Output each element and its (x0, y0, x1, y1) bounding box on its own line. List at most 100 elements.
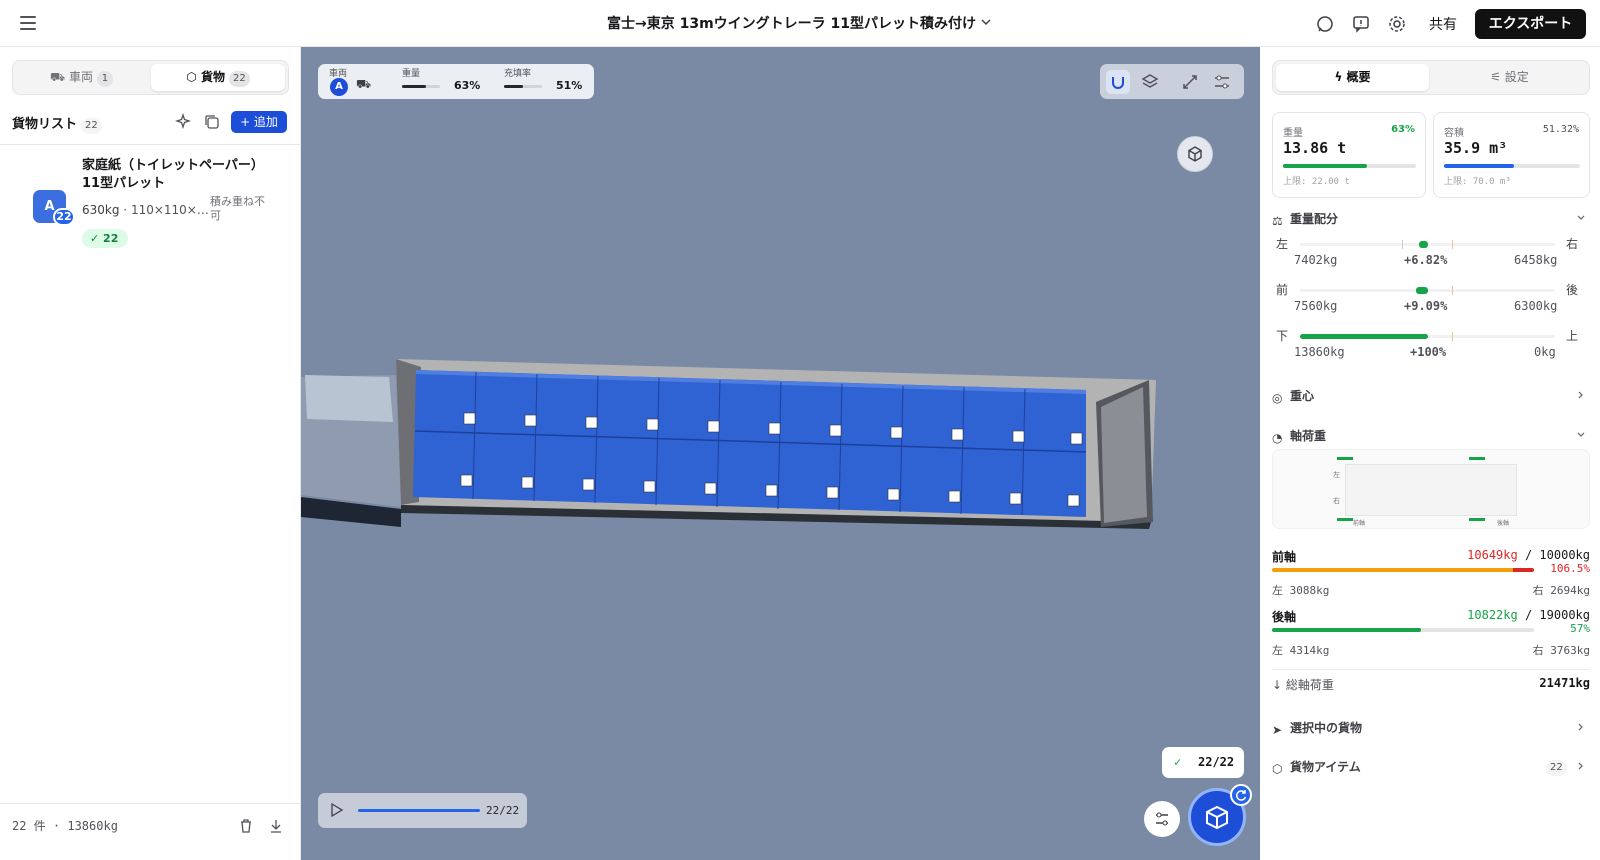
axle-load-value: 10649kg (1467, 548, 1518, 562)
chevron-right-icon[interactable] (1576, 390, 1586, 400)
playback-progress[interactable] (358, 809, 480, 812)
box-icon: ⬡ (1272, 762, 1283, 776)
rear-right-wheel (1469, 518, 1485, 521)
layers-icon[interactable] (1138, 70, 1162, 94)
chevron-down-icon[interactable] (1576, 430, 1586, 440)
chevron-down-icon[interactable] (979, 15, 993, 29)
chevron-right-icon[interactable] (1576, 761, 1586, 771)
axle-limit: 10000kg (1539, 548, 1590, 562)
refresh-badge[interactable] (1230, 784, 1252, 806)
center-of-gravity-header[interactable]: ◎ 重心 (1272, 387, 1314, 405)
expand-icon[interactable] (1178, 70, 1202, 94)
tab-overview[interactable]: ϟ 概要 (1276, 64, 1429, 91)
row-diff: +9.09% (1404, 299, 1448, 313)
row-diff: +100% (1410, 345, 1447, 359)
axle-load-bar (1272, 568, 1534, 572)
weight-pct: 63% (454, 79, 481, 92)
playback-bar: 22/22 (318, 793, 527, 828)
total-axle-load-label: ↓ 総軸荷重 (1272, 676, 1334, 693)
section-title: 重量配分 (1290, 212, 1339, 226)
sliders-icon[interactable] (1210, 70, 1234, 94)
box-icon: ⬡ (186, 70, 197, 84)
cube-icon (1188, 146, 1202, 162)
axle-load-header[interactable]: ◔ 軸荷重 (1272, 427, 1326, 445)
export-button[interactable]: エクスポート (1475, 9, 1586, 39)
fill-pct: 51% (556, 79, 583, 92)
cargo-stack-rule: 積み重ね不可 (210, 195, 265, 222)
cargo-quantity-badge: 22 (53, 208, 75, 226)
row-left-label: 下 (1276, 329, 1289, 343)
tab-label: 概要 (1346, 70, 1371, 84)
3d-viewport[interactable]: 車両 A ⛟ 重量 63% 充填率 51% 22/22 ✓ 22/22 (301, 47, 1260, 860)
footer-summary: 22 件 · 13860kg (12, 819, 118, 833)
sparkle-icon[interactable] (175, 113, 193, 131)
comment-icon[interactable] (1315, 14, 1335, 34)
axle-limit: 19000kg (1539, 608, 1590, 622)
project-title[interactable]: 富士→東京 13mウイングトレーラ 11型パレット積み付け (607, 13, 976, 33)
axle-left-load: 左 4314kg (1272, 644, 1330, 657)
magnet-icon[interactable] (1106, 70, 1130, 94)
divider (0, 144, 301, 145)
view-cube-button[interactable] (1177, 136, 1213, 172)
selected-cargo-header[interactable]: ➤ 選択中の貨物 (1272, 719, 1362, 737)
weight-label: 重量 (402, 69, 421, 79)
vehicle-badge[interactable]: A (330, 78, 348, 96)
tab-settings[interactable]: ⚟ 設定 (1433, 64, 1586, 91)
row-diff: +6.82% (1404, 253, 1448, 267)
truck-icon: ⛟ (50, 70, 66, 84)
chevron-down-icon[interactable] (1576, 213, 1586, 223)
chevron-right-icon[interactable] (1576, 722, 1586, 732)
divider (1272, 669, 1590, 670)
balance-track (1300, 240, 1555, 249)
weight-card-limit: 上限: 22.00 t (1283, 177, 1350, 187)
copy-icon[interactable] (203, 113, 221, 131)
cargo-panel: ⛟ 車両 1 ⬡ 貨物 22 貨物リスト 22 + 追加 A 22 家庭紙（トイレット… (0, 47, 301, 860)
sliders-icon (1156, 812, 1168, 826)
menu-icon[interactable] (20, 16, 36, 30)
row-right-value: 0kg (1534, 345, 1556, 359)
settings-icon[interactable] (1387, 14, 1407, 34)
trash-icon[interactable] (238, 818, 254, 834)
axle-left-load: 左 3088kg (1272, 584, 1330, 597)
weight-distribution-header[interactable]: ⚖ 重量配分 (1272, 210, 1339, 228)
trailer-render[interactable] (301, 47, 1260, 860)
check-icon: ✓ (1174, 755, 1182, 769)
row-left-label: 左 (1276, 237, 1289, 251)
tab-label: 設定 (1504, 70, 1529, 84)
axle-load: 10649kg / 10000kg (1467, 548, 1590, 562)
tab-vehicles[interactable]: ⛟ 車両 1 (16, 64, 147, 91)
axle-label: 前軸 (1272, 550, 1297, 564)
share-button[interactable]: 共有 (1429, 14, 1457, 34)
volume-card-limit: 上限: 70.0 m³ (1444, 177, 1511, 187)
loaded-count: 22/22 (1198, 755, 1235, 769)
feedback-icon[interactable] (1351, 14, 1371, 34)
cargo-meta: 630kg · 110×110×… (82, 203, 209, 217)
cargo-weight: 630kg (82, 203, 120, 217)
play-icon[interactable] (328, 802, 344, 818)
row-right-label: 上 (1566, 329, 1579, 343)
tab-cargo[interactable]: ⬡ 貨物 22 (151, 64, 285, 91)
cargo-dims: 110×110×… (130, 203, 209, 217)
row-left-value: 7560kg (1294, 299, 1338, 313)
placed-badge: ✓ 22 (82, 229, 128, 248)
weight-card-bar (1283, 164, 1416, 168)
diagram-right-label: 右 (1333, 497, 1340, 505)
weight-card: 重量 63% 13.86 t 上限: 22.00 t (1272, 112, 1426, 198)
row-left-value: 13860kg (1294, 345, 1345, 359)
front-right-wheel (1337, 518, 1353, 521)
row-right-label: 後 (1566, 283, 1579, 297)
tab-count: 22 (228, 71, 250, 87)
add-cargo-button[interactable]: + 追加 (231, 111, 287, 133)
download-icon[interactable] (268, 818, 284, 834)
playback-count: 22/22 (486, 804, 520, 817)
gauge-icon: ◔ (1272, 431, 1283, 445)
volume-card: 容積 51.32% 35.9 m³ 上限: 70.0 m³ (1433, 112, 1590, 198)
volume-card-label: 容積 (1444, 128, 1464, 139)
cargo-items-header[interactable]: ⬡ 貨物アイテム (1272, 758, 1361, 776)
diagram-front-label: 前軸 (1353, 520, 1366, 527)
filter-button[interactable] (1144, 801, 1180, 837)
tab-label: 車両 (68, 70, 93, 84)
row-right-label: 右 (1566, 237, 1579, 251)
volume-card-bar (1444, 164, 1580, 168)
cargo-list-title: 貨物リスト 22 (12, 113, 102, 134)
